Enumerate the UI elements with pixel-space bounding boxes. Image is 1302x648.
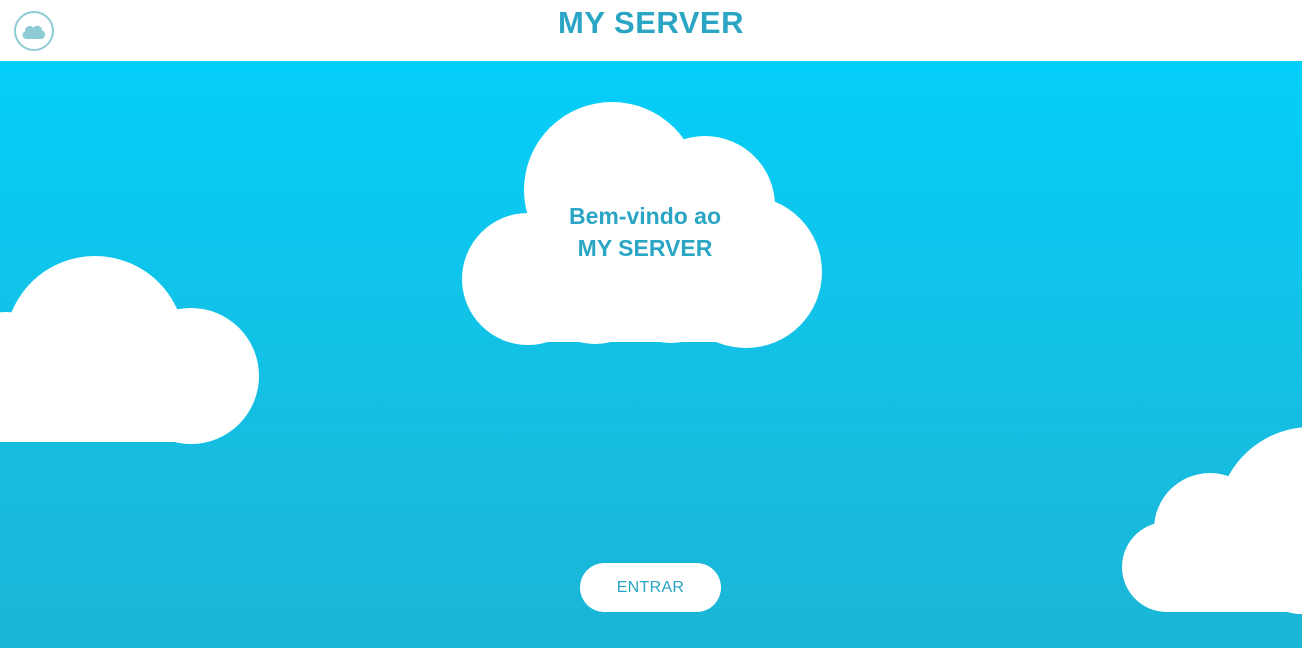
enter-button[interactable]: ENTRAR (580, 563, 721, 612)
app-title: MY SERVER (558, 5, 744, 40)
header-bar: MY SERVER (0, 0, 1302, 61)
welcome-line-2: MY SERVER (577, 235, 713, 261)
right-cloud (1122, 427, 1302, 614)
welcome-line-1: Bem-vindo ao (568, 203, 722, 229)
welcome-message: Bem-vindo ao MY SERVER (462, 200, 828, 264)
sky-background (0, 61, 1302, 648)
left-cloud (0, 256, 259, 444)
